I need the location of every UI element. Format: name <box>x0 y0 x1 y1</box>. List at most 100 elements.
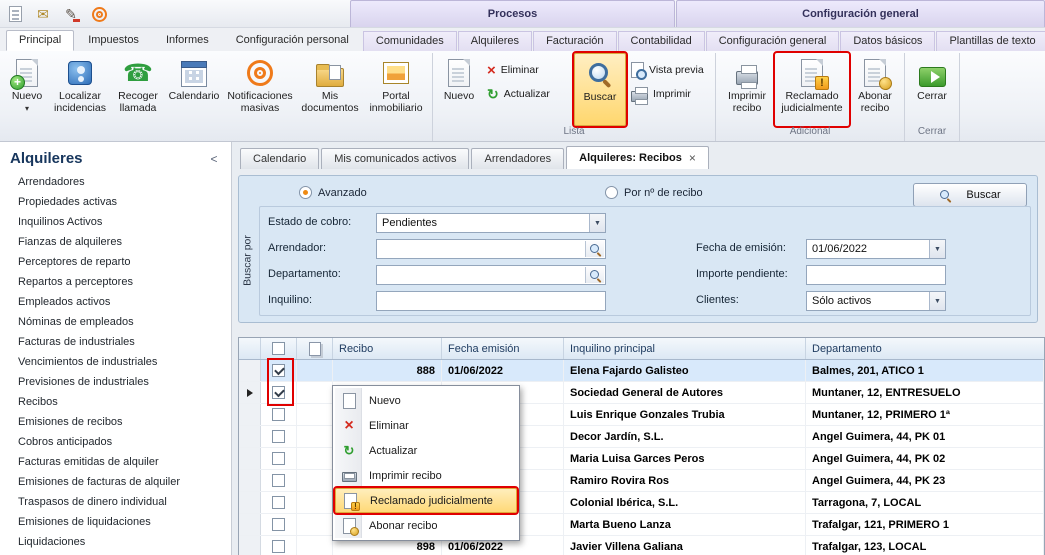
radio-avanzado[interactable]: Avanzado <box>299 186 367 199</box>
sidebar-item-empleados-activos[interactable]: Empleados activos <box>0 292 231 312</box>
sidebar-item-perceptores-de-reparto[interactable]: Perceptores de reparto <box>0 252 231 272</box>
context-menu-item-reclamado-judicialmente[interactable]: Reclamado judicialmente <box>335 488 517 513</box>
dropdown-arrow-icon[interactable] <box>929 292 945 310</box>
sidebar-item-fianzas-de-alquileres[interactable]: Fianzas de alquileres <box>0 232 231 252</box>
abonar-recibo-label: Abonar recibo <box>851 90 899 114</box>
ribbon-tab-contabilidad[interactable]: Contabilidad <box>618 31 705 51</box>
document-tab-arrendadores[interactable]: Arrendadores <box>471 148 564 169</box>
ribbon-tab-configuracion-personal[interactable]: Configuración personal <box>223 30 362 51</box>
sidebar-item-nominas-de-empleados[interactable]: Nóminas de empleados <box>0 312 231 332</box>
sidebar-item-liquidaciones[interactable]: Liquidaciones <box>0 532 231 552</box>
ribbon-group-lista: Nuevo Eliminar Actualizar Buscar <box>433 53 716 141</box>
sidebar-item-cobros-anticipados[interactable]: Cobros anticipados <box>0 432 231 452</box>
radio-por-numero-de-recibo[interactable]: Por nº de recibo <box>605 186 703 199</box>
row-checkbox[interactable] <box>272 474 285 487</box>
row-checkbox[interactable] <box>272 430 285 443</box>
fecha-de-emision-select[interactable]: 01/06/2022 <box>806 239 946 259</box>
arrendador-input[interactable] <box>376 239 606 259</box>
mail-icon[interactable] <box>33 4 53 24</box>
row-checkbox[interactable] <box>272 496 285 509</box>
print-icon <box>340 472 358 482</box>
context-menu-item-nuevo[interactable]: Nuevo <box>335 388 517 413</box>
dropdown-arrow-icon[interactable] <box>929 240 945 258</box>
row-checkbox[interactable] <box>272 408 285 421</box>
column-header-departamento[interactable]: Departamento <box>806 338 1044 359</box>
importe-pendiente-input[interactable] <box>806 265 946 285</box>
departamento-input[interactable] <box>376 265 606 285</box>
sidebar-item-emisiones-de-liquidaciones[interactable]: Emisiones de liquidaciones <box>0 512 231 532</box>
main-tenant: Sociedad General de Autores <box>564 382 806 403</box>
ribbon-tab-facturacion[interactable]: Facturación <box>533 31 616 51</box>
document-icon[interactable] <box>9 6 22 22</box>
nuevo-button[interactable]: Nuevo <box>5 53 49 126</box>
imprimir-recibo-button[interactable]: Imprimir recibo <box>719 53 775 126</box>
sidebar-item-facturas-emitidas-de-alquiler[interactable]: Facturas emitidas de alquiler <box>0 452 231 472</box>
sidebar-item-arrendadores[interactable]: Arrendadores <box>0 172 231 192</box>
inquilino-input[interactable] <box>376 291 606 311</box>
mis-documentos-button[interactable]: Mis documentos <box>297 53 363 126</box>
ribbon-tab-alquileres[interactable]: Alquileres <box>458 31 532 51</box>
reclamado-judicialmente-button[interactable]: Reclamado judicialmente <box>775 53 849 126</box>
column-header-recibo[interactable]: Recibo <box>333 338 442 359</box>
ribbon-tab-datos-basicos[interactable]: Datos básicos <box>840 31 935 51</box>
sidebar-item-repartos-a-perceptores[interactable]: Repartos a perceptores <box>0 272 231 292</box>
ribbon-tab-impuestos[interactable]: Impuestos <box>75 30 152 51</box>
checkbox-cell <box>261 514 297 535</box>
row-checkbox[interactable] <box>272 452 285 465</box>
icon-column-header[interactable] <box>297 338 333 359</box>
context-menu-item-abonar-recibo[interactable]: Abonar recibo <box>335 513 517 538</box>
column-header-inquilino-principal[interactable]: Inquilino principal <box>564 338 806 359</box>
portal-inmobiliario-button[interactable]: Portal inmobiliario <box>363 53 429 126</box>
table-row[interactable]: 88801/06/2022Elena Fajardo GalisteoBalme… <box>239 360 1044 382</box>
nuevo-lista-button[interactable]: Nuevo <box>436 53 482 126</box>
sidebar-item-emisiones-de-recibos[interactable]: Emisiones de recibos <box>0 412 231 432</box>
select-all-checkbox[interactable] <box>272 342 285 355</box>
vista-previa-button[interactable]: Vista previa <box>631 61 707 79</box>
dropdown-arrow-icon[interactable] <box>589 214 605 232</box>
context-menu-item-eliminar[interactable]: Eliminar <box>335 413 517 438</box>
row-checkbox[interactable] <box>272 518 285 531</box>
ribbon-tab-principal[interactable]: Principal <box>6 30 74 51</box>
imprimir-button[interactable]: Imprimir <box>631 85 707 103</box>
context-menu-item-imprimir-recibo[interactable]: Imprimir recibo <box>335 463 517 488</box>
buscar-button[interactable]: Buscar <box>913 183 1027 207</box>
ribbon-tab-configuracion-general[interactable]: Configuración general <box>706 31 840 51</box>
document-tab-alquileres-recibos[interactable]: Alquileres: Recibos <box>566 146 709 169</box>
cerrar-button[interactable]: Cerrar <box>908 53 956 126</box>
close-tab-icon[interactable] <box>689 151 696 165</box>
sidebar-item-facturas-de-industriales[interactable]: Facturas de industriales <box>0 332 231 352</box>
column-header-fecha-emision[interactable]: Fecha emisión <box>442 338 564 359</box>
calendario-button[interactable]: Calendario <box>165 53 223 126</box>
actualizar-button[interactable]: Actualizar <box>487 85 569 103</box>
abonar-recibo-button[interactable]: Abonar recibo <box>849 53 901 126</box>
sidebar-item-previsiones-de-industriales[interactable]: Previsiones de industriales <box>0 372 231 392</box>
sidebar-item-recibos[interactable]: Recibos <box>0 392 231 412</box>
select-all-header[interactable] <box>261 338 297 359</box>
lookup-button[interactable] <box>585 267 604 283</box>
lookup-button[interactable] <box>585 241 604 257</box>
collapse-sidebar-icon[interactable] <box>207 152 221 166</box>
context-menu-item-actualizar[interactable]: Actualizar <box>335 438 517 463</box>
sidebar-item-propiedades-activas[interactable]: Propiedades activas <box>0 192 231 212</box>
document-tab-mis-comunicados-activos[interactable]: Mis comunicados activos <box>321 148 469 169</box>
ribbon-tab-plantillas-de-texto[interactable]: Plantillas de texto <box>936 31 1045 51</box>
sidebar-item-inquilinos-activos[interactable]: Inquilinos Activos <box>0 212 231 232</box>
clientes-select[interactable]: Sólo activos <box>806 291 946 311</box>
sidebar-item-traspasos-de-dinero-individual[interactable]: Traspasos de dinero individual <box>0 492 231 512</box>
localizar-incidencias-button[interactable]: Localizar incidencias <box>49 53 111 126</box>
broadcast-icon[interactable] <box>92 7 107 22</box>
ribbon-tab-informes[interactable]: Informes <box>153 30 222 51</box>
ribbon-tab-comunidades[interactable]: Comunidades <box>363 31 457 51</box>
document-tab-calendario[interactable]: Calendario <box>240 148 319 169</box>
notificaciones-masivas-button[interactable]: Notificaciones masivas <box>223 53 297 126</box>
estado-de-cobro-select[interactable]: Pendientes <box>376 213 606 233</box>
edit-icon[interactable] <box>61 4 81 24</box>
recoger-llamada-button[interactable]: Recoger llamada <box>111 53 165 126</box>
eliminar-button[interactable]: Eliminar <box>487 61 569 79</box>
sidebar-item-vencimientos-de-industriales[interactable]: Vencimientos de industriales <box>0 352 231 372</box>
row-checkbox[interactable] <box>272 540 285 553</box>
sidebar-item-emisiones-de-facturas-de-alquiler[interactable]: Emisiones de facturas de alquiler <box>0 472 231 492</box>
cerrar-label: Cerrar <box>917 90 947 102</box>
buscar-button[interactable]: Buscar <box>574 53 626 126</box>
legal-claim-icon <box>341 493 359 509</box>
